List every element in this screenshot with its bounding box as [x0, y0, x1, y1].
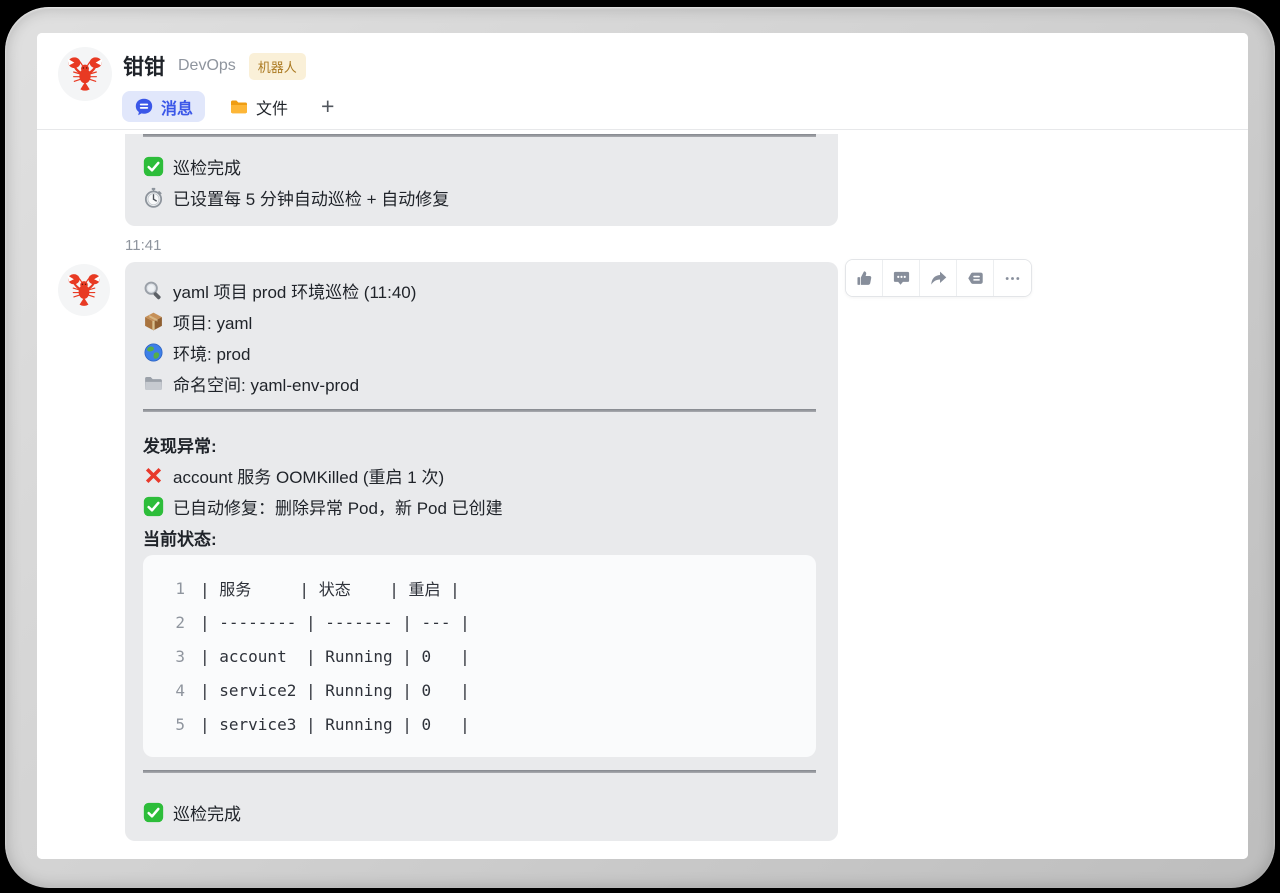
code-text: | 服务 | 状态 | 重启 | [200, 580, 460, 599]
message-text: 巡检完成 [173, 805, 241, 824]
magnifier-icon [143, 280, 164, 301]
stopwatch-icon [143, 187, 164, 208]
code-line: 1 | 服务 | 状态 | 重启 | [143, 571, 816, 605]
message-line: 已自动修复：删除异常 Pod，新 Pod 已创建 [143, 491, 816, 522]
alert-title: 发现异常: [143, 437, 217, 456]
bot-message-bubble: yaml 项目 prod 环境巡检 (11:40) 项目: yaml 环境: p… [125, 262, 838, 841]
check-mark-icon [143, 802, 164, 823]
package-icon [143, 311, 164, 332]
tab-messages-label: 消息 [161, 100, 194, 118]
markdown-divider [143, 134, 816, 137]
tab-files-label: 文件 [256, 100, 289, 118]
line-number: 3 [175, 646, 185, 666]
tab-messages[interactable]: 消息 [122, 91, 206, 122]
message-line: yaml 项目 prod 环境巡检 (11:40) [143, 275, 816, 306]
forward-button[interactable] [920, 260, 957, 296]
message-text: 已自动修复：删除异常 Pod，新 Pod 已创建 [173, 499, 503, 518]
message-action-toolbar [845, 259, 1032, 297]
globe-icon [143, 342, 164, 363]
message-text: account 服务 OOMKilled (重启 1 次) [173, 468, 445, 487]
code-text: | service2 | Running | 0 | [200, 680, 470, 700]
bot-message-row: yaml 项目 prod 环境巡检 (11:40) 项目: yaml 环境: p… [37, 259, 1248, 841]
bot-subtitle: DevOps [178, 57, 236, 74]
lobster-icon [65, 54, 105, 94]
message-line: account 服务 OOMKilled (重启 1 次) [143, 460, 816, 491]
message-line: 环境: prod [143, 337, 816, 368]
quote-reply-icon [966, 269, 985, 288]
more-button[interactable] [994, 260, 1031, 296]
message-text: 巡检完成 [173, 159, 241, 178]
tab-bar: 消息 文件 + [122, 91, 343, 122]
code-block: 1 | 服务 | 状态 | 重启 | 2 | -------- | ------… [143, 555, 816, 757]
comment-icon [892, 269, 911, 288]
message-line: 巡检完成 [143, 797, 816, 828]
line-number: 2 [175, 612, 185, 632]
chat-header: 钳钳 DevOps 机器人 消息 文件 + [37, 33, 1248, 130]
more-icon [1003, 269, 1022, 288]
code-line: 4 | service2 | Running | 0 | [143, 673, 816, 707]
quote-reply-button[interactable] [957, 260, 994, 296]
message-line: 巡检完成 [143, 151, 816, 182]
status-title: 当前状态: [143, 530, 217, 549]
tab-files[interactable]: 文件 [217, 91, 300, 122]
code-line: 5 | service3 | Running | 0 | [143, 707, 816, 741]
code-text: | account | Running | 0 | [200, 646, 470, 666]
message-line: 项目: yaml [143, 306, 816, 337]
message-text: 项目: yaml [173, 314, 253, 333]
comment-button[interactable] [883, 260, 920, 296]
thumbs-up-icon [855, 269, 874, 288]
app-window: 钳钳 DevOps 机器人 消息 文件 + 巡检完成 已设置每 5 分钟自动巡检… [37, 33, 1248, 859]
message-text: yaml 项目 prod 环境巡检 (11:40) [173, 283, 417, 302]
bot-avatar[interactable] [58, 264, 110, 316]
timestamp: 11:41 [125, 237, 162, 254]
code-text: | -------- | ------- | --- | [200, 612, 470, 632]
check-mark-icon [143, 156, 164, 177]
code-line: 3 | account | Running | 0 | [143, 639, 816, 673]
bot-avatar[interactable] [58, 47, 112, 101]
line-number: 4 [175, 680, 185, 700]
line-number: 5 [175, 714, 185, 734]
chat-bubble-icon [134, 97, 154, 117]
folder-icon [229, 97, 249, 117]
lobster-icon [65, 271, 103, 309]
add-tab-button[interactable]: + [312, 91, 343, 122]
message-line: 命名空间: yaml-env-prod [143, 368, 816, 399]
code-line: 2 | -------- | ------- | --- | [143, 605, 816, 639]
check-mark-icon [143, 496, 164, 517]
message-line: 已设置每 5 分钟自动巡检 + 自动修复 [143, 182, 816, 213]
code-text: | service3 | Running | 0 | [200, 714, 470, 734]
markdown-divider [143, 409, 816, 412]
line-number: 1 [175, 578, 185, 598]
cross-mark-icon [143, 465, 164, 486]
message-text: 环境: prod [173, 345, 251, 364]
bot-name: 钳钳 [123, 56, 165, 79]
robot-badge: 机器人 [248, 52, 306, 80]
forward-arrow-icon [929, 269, 948, 288]
markdown-divider [143, 770, 816, 773]
message-list: 巡检完成 已设置每 5 分钟自动巡检 + 自动修复 11:41 yaml 项目 … [37, 131, 1248, 859]
message-text: 命名空间: yaml-env-prod [173, 376, 360, 395]
message-text: 已设置每 5 分钟自动巡检 + 自动修复 [173, 190, 450, 209]
bot-message-bubble-partial: 巡检完成 已设置每 5 分钟自动巡检 + 自动修复 [125, 134, 838, 226]
gray-folder-icon [143, 373, 164, 394]
like-button[interactable] [846, 260, 883, 296]
